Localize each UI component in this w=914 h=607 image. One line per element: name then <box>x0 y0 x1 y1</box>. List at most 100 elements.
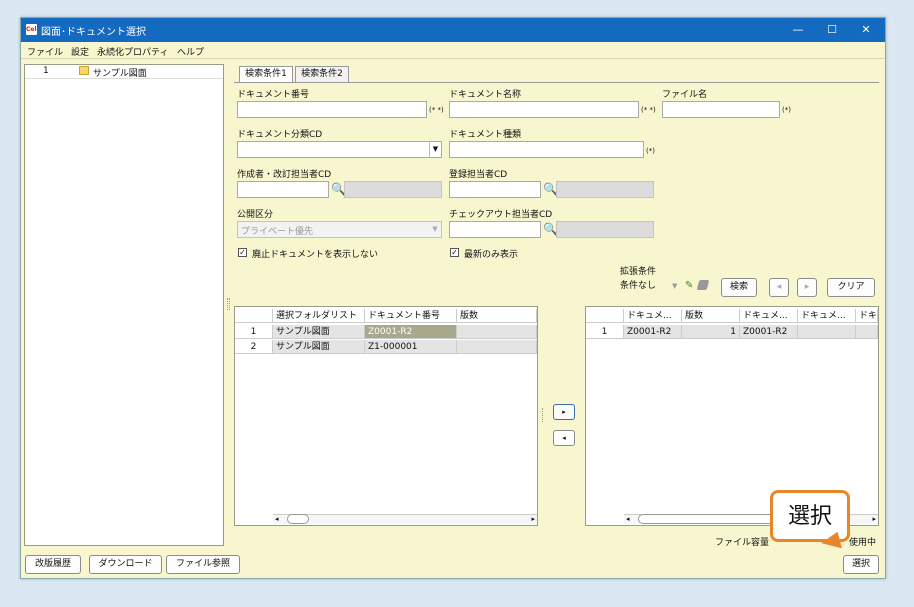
file-capacity-label: ファイル容量 <box>715 538 770 548</box>
checkout-label: チェックアウト担当者CD <box>449 210 553 220</box>
table-cell[interactable]: Z0001-R2 <box>365 325 457 339</box>
doc-type-label: ドキュメント種類 <box>449 130 522 140</box>
file-name-wildcard: (*) <box>782 106 791 114</box>
file-name-label: ファイル名 <box>662 90 708 100</box>
splitter-handle[interactable] <box>542 408 544 422</box>
app-icon: Cell <box>26 24 39 35</box>
registrar-label: 登録担当者CD <box>449 170 508 180</box>
clear-button[interactable]: クリア <box>827 278 875 297</box>
row-number[interactable]: 1 <box>586 325 624 339</box>
revision-history-button[interactable]: 改版履歴 <box>25 555 81 574</box>
table-cell[interactable] <box>856 325 878 339</box>
table-cell[interactable] <box>457 340 537 354</box>
splitter-handle[interactable] <box>227 298 230 310</box>
prev-button[interactable]: ◂ <box>769 278 789 297</box>
doc-type-wildcard: (*) <box>646 147 655 155</box>
doc-type-input[interactable] <box>449 141 644 158</box>
registrar-name-field <box>556 181 654 198</box>
doc-name-input[interactable] <box>449 101 639 118</box>
tree-row-number: 1 <box>43 66 49 76</box>
title-bar: Cell 図面･ドキュメント選択 — ☐ ✕ <box>21 18 885 42</box>
scroll-thumb[interactable] <box>287 514 309 524</box>
checkout-input[interactable] <box>449 221 541 238</box>
public-label: 公開区分 <box>237 210 274 220</box>
menu-help[interactable]: ヘルプ <box>177 45 204 58</box>
latest-only-checkbox[interactable]: ✓ <box>450 248 459 257</box>
table-cell[interactable]: Z1-000001 <box>365 340 457 354</box>
scroll-left-icon[interactable]: ◂ <box>626 515 630 523</box>
add-right-button[interactable]: ▸ <box>553 404 575 420</box>
public-value: プライベート優先 <box>241 227 314 237</box>
folder-icon <box>79 66 89 75</box>
doc-class-select[interactable]: ▼ <box>237 141 442 158</box>
menu-settings[interactable]: 設定 <box>71 45 89 58</box>
close-button[interactable]: ✕ <box>851 21 881 39</box>
table-header[interactable]: ドキュメント番号 <box>365 309 457 323</box>
doc-class-label: ドキュメント分類CD <box>237 130 323 140</box>
table-cell[interactable]: Z0001-R2 <box>740 325 798 339</box>
eraser-icon[interactable] <box>696 280 710 290</box>
table-header[interactable]: ドキ... <box>856 309 878 323</box>
author-input[interactable] <box>237 181 329 198</box>
horizontal-scrollbar[interactable]: ◂ ▸ <box>273 514 537 524</box>
scroll-right-icon[interactable]: ▸ <box>872 515 876 523</box>
doc-number-input[interactable] <box>237 101 427 118</box>
table-header[interactable]: ドキュメ... <box>740 309 798 323</box>
select-button[interactable]: 選択 <box>843 555 879 574</box>
menu-bar: ファイル 設定 永続化プロパティ ヘルプ <box>21 42 885 59</box>
table-cell[interactable]: Z0001-R2 <box>624 325 682 339</box>
table-header[interactable]: ドキュメ... <box>798 309 856 323</box>
table-cell[interactable]: サンプル図面 <box>273 325 365 339</box>
menu-file[interactable]: ファイル <box>27 45 63 58</box>
pencil-icon[interactable]: ✎ <box>685 280 693 291</box>
table-header-num <box>586 309 624 323</box>
chevron-down-icon[interactable]: ▼ <box>429 222 441 237</box>
in-use-label: 使用中 <box>849 538 877 548</box>
registrar-input[interactable] <box>449 181 541 198</box>
hide-obsolete-label: 廃止ドキュメントを表示しない <box>252 250 379 260</box>
doc-name-label: ドキュメント名称 <box>449 90 522 100</box>
table-cell[interactable] <box>798 325 856 339</box>
tab-divider <box>234 82 879 83</box>
table-cell[interactable] <box>457 325 537 339</box>
table-cell[interactable]: 1 <box>682 325 740 339</box>
checkout-name-field <box>556 221 654 238</box>
doc-number-wildcard: (* *) <box>429 106 444 114</box>
ext-label: 拡張条件 <box>620 267 657 277</box>
author-name-field <box>344 181 442 198</box>
public-select[interactable]: プライベート優先 ▼ <box>237 221 442 238</box>
download-button[interactable]: ダウンロード <box>89 555 162 574</box>
latest-only-label: 最新のみ表示 <box>464 250 519 260</box>
ext-select[interactable]: 条件なし ▼ <box>620 278 682 295</box>
tree-row[interactable]: 1 サンプル図面 <box>25 65 223 79</box>
menu-persistence[interactable]: 永続化プロパティ <box>97 45 168 58</box>
left-result-table: 選択フォルダリスト ドキュメント番号 版数 1 サンプル図面 Z0001-R2 … <box>234 306 538 526</box>
folder-tree-panel: 1 サンプル図面 <box>24 64 224 546</box>
search-button[interactable]: 検索 <box>721 278 757 297</box>
scroll-right-icon[interactable]: ▸ <box>531 515 535 523</box>
ext-value: 条件なし <box>620 281 657 291</box>
doc-number-label: ドキュメント番号 <box>237 90 310 100</box>
next-button[interactable]: ▸ <box>797 278 817 297</box>
table-header[interactable]: ドキュメ... <box>624 309 682 323</box>
table-cell[interactable]: サンプル図面 <box>273 340 365 354</box>
file-reference-button[interactable]: ファイル参照 <box>166 555 240 574</box>
row-number[interactable]: 2 <box>235 340 273 354</box>
scroll-left-icon[interactable]: ◂ <box>275 515 279 523</box>
tab-search-1[interactable]: 検索条件1 <box>239 66 293 82</box>
table-header[interactable]: 版数 <box>457 309 537 323</box>
file-name-input[interactable] <box>662 101 780 118</box>
minimize-button[interactable]: — <box>783 21 813 39</box>
maximize-button[interactable]: ☐ <box>817 21 847 39</box>
remove-left-button[interactable]: ◂ <box>553 430 575 446</box>
chevron-down-icon[interactable]: ▼ <box>672 278 677 295</box>
tab-search-2[interactable]: 検索条件2 <box>295 66 349 82</box>
hide-obsolete-checkbox[interactable]: ✓ <box>238 248 247 257</box>
window-title: 図面･ドキュメント選択 <box>41 27 146 38</box>
table-header[interactable]: 版数 <box>682 309 740 323</box>
dialog-window: Cell 図面･ドキュメント選択 — ☐ ✕ ファイル 設定 永続化プロパティ … <box>20 17 886 579</box>
chevron-down-icon[interactable]: ▼ <box>429 142 441 157</box>
row-number[interactable]: 1 <box>235 325 273 339</box>
table-header-num <box>235 309 273 323</box>
table-header[interactable]: 選択フォルダリスト <box>273 309 365 323</box>
